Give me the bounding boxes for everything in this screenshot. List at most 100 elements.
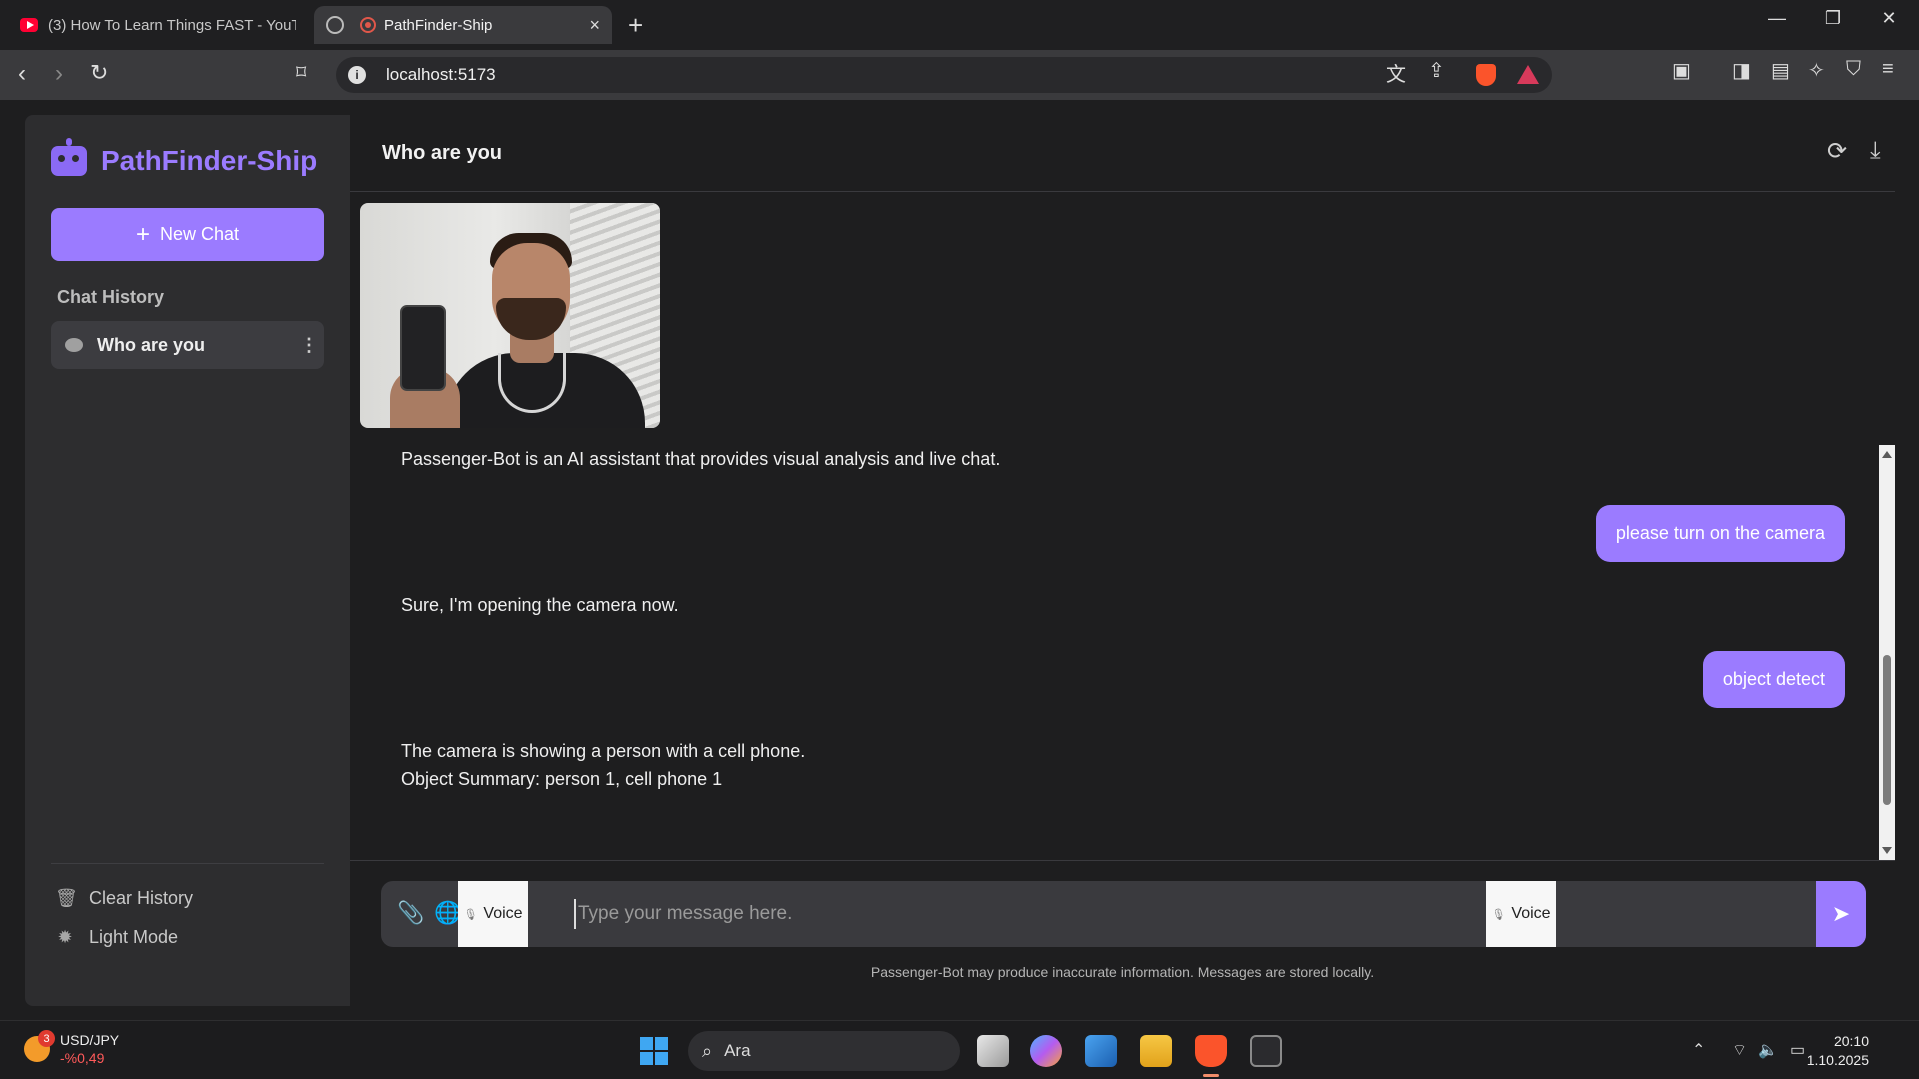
forward-icon[interactable]: ›	[55, 60, 63, 88]
send-button[interactable]: ➤	[1816, 881, 1866, 947]
voice-label: Voice	[483, 905, 523, 922]
sun-icon: ✹	[57, 927, 73, 947]
robot-icon	[51, 138, 87, 176]
sidebar-toggle-icon[interactable]: ◨	[1732, 58, 1751, 83]
chat-header: Who are you ⟳ ⤓	[350, 115, 1895, 192]
history-item-label: Who are you	[97, 334, 206, 355]
youtube-icon	[20, 16, 38, 34]
refresh-icon[interactable]: ⟳	[1827, 137, 1847, 166]
address-bar[interactable]: i localhost:5173	[336, 57, 1552, 93]
bot-message: Object Summary: person 1, cell phone 1	[401, 769, 723, 789]
chat-history-title: Chat History	[57, 287, 165, 307]
close-tab-icon[interactable]: ×	[589, 15, 600, 36]
history-item[interactable]: Who are you ⋮	[51, 321, 324, 369]
brand: PathFinder-Ship	[51, 138, 318, 177]
brave-rewards-icon[interactable]	[1517, 65, 1539, 84]
globe-icon	[326, 16, 344, 34]
sidebar-divider	[51, 863, 324, 864]
scroll-up-icon[interactable]	[1882, 451, 1892, 458]
scroll-thumb[interactable]	[1883, 655, 1891, 805]
disclaimer-text: Passenger-Bot may produce inaccurate inf…	[870, 964, 1375, 980]
voice-button-left[interactable]: 🎙 Voice	[458, 881, 528, 947]
brand-name: PathFinder-Ship	[101, 145, 318, 176]
message-list: Passenger-Bot is an AI assistant that pr…	[350, 445, 1895, 845]
remote-desktop-icon[interactable]	[1085, 1035, 1117, 1067]
clear-history-label: Clear History	[89, 888, 194, 908]
wifi-icon[interactable]: ⌔	[1732, 1040, 1747, 1060]
ticker-symbol: USD/JPY	[60, 1032, 120, 1048]
brave-shields-icon[interactable]	[1476, 64, 1496, 86]
reload-icon[interactable]: ↻	[90, 60, 108, 86]
new-chat-label: New Chat	[159, 224, 240, 244]
camera-snapshot-image	[360, 203, 660, 428]
notification-badge: 3	[38, 1030, 55, 1047]
composer-divider	[350, 860, 1895, 861]
bot-message: Sure, I'm opening the camera now.	[401, 595, 679, 615]
light-mode-label: Light Mode	[89, 927, 179, 947]
sidebar: PathFinder-Ship + New Chat Chat History …	[25, 115, 350, 1006]
system-clock[interactable]: 20:10 1.10.2025	[1807, 1032, 1869, 1070]
wallet-icon[interactable]: ▤	[1771, 58, 1790, 83]
taskbar-search[interactable]: ⌕ Ara	[688, 1031, 960, 1071]
chat-bubble-icon	[65, 338, 83, 352]
tab-title: (3) How To Learn Things FAST - YouTube	[48, 16, 296, 34]
terminal-icon[interactable]	[1250, 1035, 1282, 1067]
voice-button-right[interactable]: 🎙 Voice	[1486, 881, 1556, 947]
windows-taskbar: 3 USD/JPY -%0,49 ⌕ Ara ⌃ ⌔ 🔈 ▭ 20:10 1.1…	[0, 1020, 1919, 1079]
app-root: PathFinder-Ship + New Chat Chat History …	[0, 100, 1919, 1020]
task-view-icon[interactable]	[977, 1035, 1009, 1067]
site-info-icon[interactable]: i	[348, 66, 366, 84]
clear-history-button[interactable]: 🗑 Clear History	[55, 888, 193, 909]
brave-browser-icon[interactable]	[1195, 1035, 1227, 1077]
download-icon[interactable]: ⤓	[1870, 137, 1881, 165]
microphone-icon: 🎙	[463, 908, 478, 921]
vpn-icon[interactable]: ⛉	[1846, 58, 1861, 81]
browser-toolbar: ‹ › ↻ ⌑ i localhost:5173 文 ⇪ ▣ ◨ ▤ ✧ ⛉ ≡	[0, 50, 1919, 100]
user-message: please turn on the camera	[1595, 505, 1845, 562]
more-options-icon[interactable]: ⋮	[294, 335, 324, 356]
browser-tab-strip: (3) How To Learn Things FAST - YouTube P…	[0, 0, 1919, 50]
new-chat-button[interactable]: + New Chat	[51, 208, 324, 261]
leo-ai-icon[interactable]: ✧	[1808, 58, 1825, 83]
paper-plane-icon: ➤	[1831, 901, 1851, 926]
copilot-icon[interactable]	[1030, 1035, 1062, 1067]
message-scrollbar[interactable]	[1879, 445, 1895, 860]
voice-label: Voice	[1511, 905, 1551, 922]
back-icon[interactable]: ‹	[18, 60, 26, 88]
tab-youtube[interactable]: (3) How To Learn Things FAST - YouTube	[8, 6, 308, 44]
reader-icon[interactable]: ▣	[1672, 58, 1691, 83]
light-mode-button[interactable]: ✹ Light Mode	[55, 927, 178, 948]
message-composer: 📎 🌐 🎙 Voice 🎙 Voice ➤	[381, 881, 1866, 947]
ticker-change: -%0,49	[60, 1050, 105, 1066]
new-tab-button[interactable]: +	[628, 10, 643, 41]
close-window-button[interactable]: ✕	[1866, 8, 1912, 29]
search-icon: ⌕	[702, 1040, 713, 1061]
market-widget[interactable]: 3 USD/JPY -%0,49	[24, 1030, 120, 1067]
chat-panel: Who are you ⟳ ⤓ Passenger-Bot is an AI a…	[350, 115, 1895, 1006]
menu-icon[interactable]: ≡	[1882, 58, 1894, 81]
recording-icon	[360, 17, 376, 33]
message-input[interactable]	[574, 899, 1474, 929]
restore-button[interactable]: ❐	[1810, 8, 1856, 29]
microphone-icon: 🎙	[1491, 908, 1506, 921]
bot-message: Passenger-Bot is an AI assistant that pr…	[401, 449, 1001, 469]
tab-pathfinder[interactable]: PathFinder-Ship ×	[314, 6, 612, 44]
clock-date: 1.10.2025	[1806, 1052, 1869, 1068]
chat-title: Who are you	[382, 142, 503, 164]
scroll-down-icon[interactable]	[1882, 847, 1892, 854]
attach-icon[interactable]: 📎	[397, 900, 424, 926]
url-text: localhost:5173	[386, 65, 496, 84]
windows-start-icon[interactable]	[640, 1037, 668, 1065]
volume-icon[interactable]: 🔈	[1758, 1040, 1778, 1060]
bookmark-icon[interactable]: ⌑	[296, 60, 306, 85]
share-icon[interactable]: ⇪	[1428, 58, 1445, 83]
minimize-button[interactable]: —	[1754, 8, 1800, 29]
file-explorer-icon[interactable]	[1140, 1035, 1172, 1067]
search-label: Ara	[724, 1041, 751, 1060]
user-message: object detect	[1702, 651, 1845, 708]
bot-message: The camera is showing a person with a ce…	[401, 741, 806, 761]
chevron-up-icon[interactable]: ⌃	[1692, 1040, 1705, 1060]
currency-icon: 3	[24, 1030, 55, 1062]
battery-icon[interactable]: ▭	[1790, 1040, 1805, 1060]
translate-icon[interactable]: 文	[1386, 58, 1406, 87]
